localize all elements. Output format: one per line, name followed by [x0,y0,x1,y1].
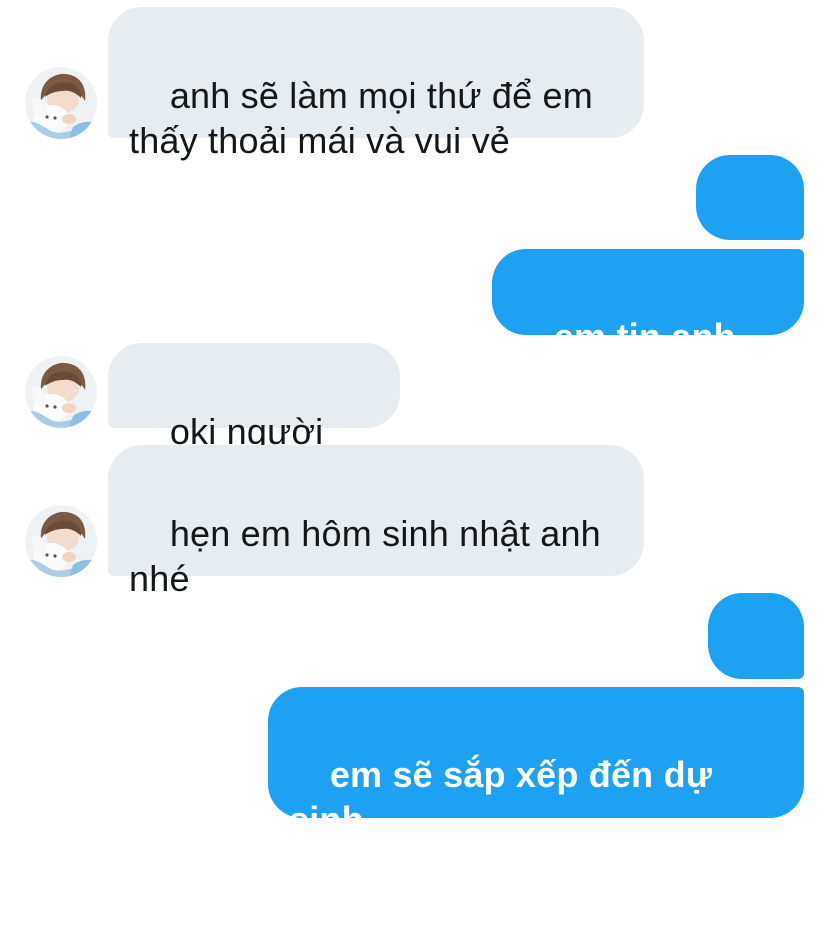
outgoing-message-bubble[interactable]: nae [696,155,804,308]
incoming-message-bubble[interactable]: anh sẽ làm mọi thứ để em thấy thoải mái … [108,7,644,161]
message-text: anh sẽ làm mọi thứ để em thấy thoải mái … [129,75,593,161]
contact-avatar[interactable] [25,67,97,139]
outgoing-message-bubble[interactable]: oki [708,593,804,746]
message-text: em tin anh đấy [513,316,747,402]
incoming-message-bubble[interactable]: hẹn em hôm sinh nhật anh nhé [108,445,644,599]
outgoing-message-bubble[interactable]: em tin anh đấy [492,249,804,402]
avatar-photo-icon [25,505,97,577]
contact-avatar[interactable] [25,356,97,428]
contact-avatar[interactable] [25,505,97,577]
outgoing-message-bubble[interactable]: em sẽ sắp xếp đến dự sinh nhật anh [268,687,804,885]
avatar-photo-icon [25,356,97,428]
message-text: hẹn em hôm sinh nhật anh nhé [129,513,601,599]
incoming-message-bubble[interactable]: oki người đẹp [108,343,400,497]
avatar-photo-icon [25,67,97,139]
chat-thread: anh sẽ làm mọi thứ để em thấy thoải mái … [0,0,828,885]
message-text: em sẽ sắp xếp đến dự sinh nhật anh [289,754,713,885]
